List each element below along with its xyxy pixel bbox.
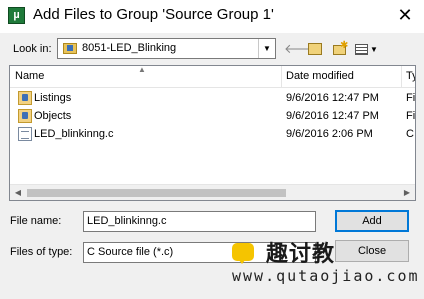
watermark-text: 趣讨教	[266, 241, 336, 266]
back-arrow-icon[interactable]: 🡐	[284, 40, 319, 58]
c-file-icon	[18, 127, 32, 141]
column-header-name[interactable]: Name	[15, 70, 44, 82]
item-name: Objects	[34, 110, 72, 122]
column-header-type[interactable]: Ty	[406, 70, 415, 82]
item-type: C	[406, 128, 414, 140]
item-date: 9/6/2016 12:47 PM	[286, 92, 379, 104]
filename-label: File name:	[10, 215, 62, 227]
chevron-down-icon[interactable]: ▼	[258, 39, 275, 58]
list-item[interactable]: Listings 9/6/2016 12:47 PM Fi	[10, 90, 415, 108]
column-divider[interactable]	[281, 66, 282, 88]
horizontal-scrollbar[interactable]: ◀ ▶	[10, 184, 415, 200]
add-button[interactable]: Add	[335, 210, 409, 232]
list-item[interactable]: LED_blinkinng.c 9/6/2016 2:06 PM C	[10, 126, 415, 144]
list-item[interactable]: Objects 9/6/2016 12:47 PM Fi	[10, 108, 415, 126]
file-list[interactable]: ▲ Name Date modified Ty Listings 9/6/201…	[9, 65, 416, 201]
list-header: ▲ Name Date modified Ty	[10, 66, 415, 88]
folder-icon	[18, 91, 32, 105]
filetype-label: Files of type:	[10, 246, 73, 258]
lookin-label: Look in:	[13, 43, 52, 55]
item-date: 9/6/2016 12:47 PM	[286, 110, 379, 122]
column-divider[interactable]	[401, 66, 402, 88]
lookin-value: 8051-LED_Blinking	[82, 42, 177, 54]
close-button[interactable]: Close	[335, 240, 409, 262]
column-header-date[interactable]: Date modified	[286, 70, 354, 82]
item-date: 9/6/2016 2:06 PM	[286, 128, 373, 140]
sort-ascending-icon: ▲	[138, 65, 146, 74]
watermark-url: www.qutaojiao.com	[232, 267, 420, 285]
filename-input[interactable]: LED_blinkinng.c	[83, 211, 316, 232]
lookin-combobox[interactable]: 8051-LED_Blinking ▼	[57, 38, 276, 59]
filename-value: LED_blinkinng.c	[87, 215, 167, 227]
watermark-bubble-icon	[232, 243, 254, 264]
filetype-value: C Source file (*.c)	[87, 246, 174, 258]
view-menu-icon[interactable]: ▼	[353, 40, 378, 58]
scroll-left-icon[interactable]: ◀	[12, 187, 24, 199]
title-bar: µ Add Files to Group 'Source Group 1' ✕	[0, 0, 424, 33]
app-logo-icon: µ	[8, 7, 25, 24]
new-folder-icon[interactable]: ✱	[330, 40, 350, 58]
up-folder-icon[interactable]	[305, 40, 325, 58]
close-icon[interactable]: ✕	[394, 4, 416, 26]
folder-icon	[18, 109, 32, 123]
item-name: LED_blinkinng.c	[34, 128, 114, 140]
window-title: Add Files to Group 'Source Group 1'	[33, 6, 274, 23]
item-type: Fi	[406, 92, 416, 104]
folder-icon	[63, 43, 77, 54]
item-name: Listings	[34, 92, 72, 104]
scroll-right-icon[interactable]: ▶	[401, 187, 413, 199]
item-type: Fi	[406, 110, 416, 122]
scrollbar-thumb[interactable]	[27, 189, 286, 197]
